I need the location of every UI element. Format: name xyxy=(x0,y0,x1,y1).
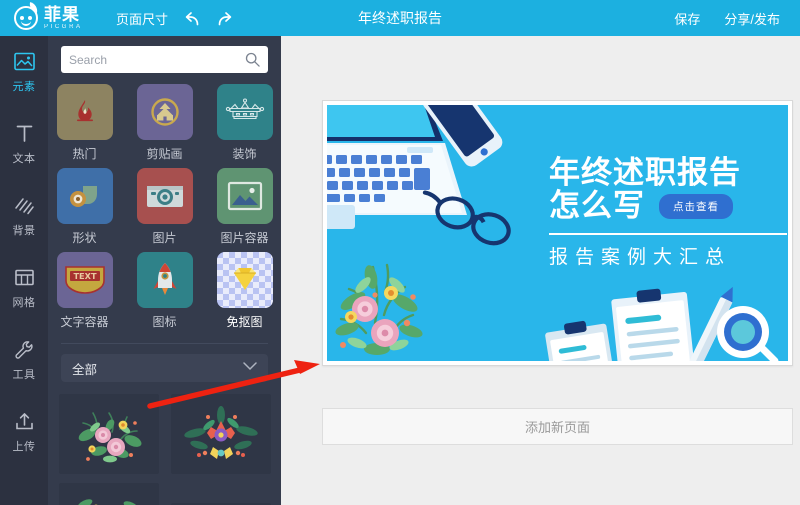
canvas-area: 年终述职报告 怎么写 点击查看 报告案例大汇总 添加新页面 xyxy=(281,36,800,505)
svg-text:TEXT: TEXT xyxy=(73,271,96,281)
page-size-menu[interactable]: 页面尺寸 xyxy=(106,0,178,36)
category-hot[interactable]: 热门 xyxy=(56,84,114,162)
search-input[interactable] xyxy=(69,52,245,67)
search-box[interactable] xyxy=(61,46,268,73)
image-element-icon xyxy=(13,51,35,73)
rocket-icon xyxy=(136,252,193,308)
logo-text-en: PICGRA xyxy=(44,24,83,30)
category-icons[interactable]: 图标 xyxy=(136,252,194,330)
share-publish-button[interactable]: 分享/发布 xyxy=(714,0,790,36)
category-label: 形状 xyxy=(72,231,97,245)
page-card[interactable]: 年终述职报告 怎么写 点击查看 报告案例大汇总 xyxy=(322,100,793,366)
background-hatch-icon xyxy=(13,195,35,217)
diamond-cutout-icon xyxy=(216,252,273,308)
category-clipart[interactable]: 剪贴画 xyxy=(136,84,194,162)
banner-title-line2: 怎么写 xyxy=(549,188,645,225)
element-thumbnail[interactable] xyxy=(58,483,159,505)
element-thumbnail[interactable] xyxy=(170,394,271,474)
filter-dropdown[interactable]: 全部 xyxy=(61,354,268,382)
photo-frame-icon xyxy=(216,168,273,224)
category-label: 热门 xyxy=(72,147,97,161)
rail-label-grid: 网格 xyxy=(12,296,36,309)
rail-item-grid[interactable]: 网格 xyxy=(0,252,48,324)
text-badge-icon: TEXT xyxy=(56,252,113,308)
undo-arrow-icon[interactable] xyxy=(178,0,208,36)
category-picture-container[interactable]: 图片容器 xyxy=(216,168,274,246)
category-label: 免抠图 xyxy=(226,315,263,329)
search-icon[interactable] xyxy=(245,52,260,67)
left-nav-rail: 元素 文本 背景 网格 工具 上传 xyxy=(0,36,48,505)
rail-item-background[interactable]: 背景 xyxy=(0,180,48,252)
rail-label-background: 背景 xyxy=(12,224,36,237)
category-label: 图片容器 xyxy=(220,231,269,245)
app-root: 菲果 PICGRA 页面尺寸 年终述职报告 保存 分享/发布 元素 文本 背景 … xyxy=(0,0,800,505)
banner-text-block: 年终述职报告 怎么写 点击查看 报告案例大汇总 xyxy=(549,155,787,269)
category-grid: 热门 剪贴画 装饰 形状 图片 图片容器 TEXT 文字容器 图标 免抠图 xyxy=(48,84,281,330)
elements-panel: 热门 剪贴画 装饰 形状 xyxy=(48,36,281,505)
rail-item-tools[interactable]: 工具 xyxy=(0,324,48,396)
rail-label-elements: 元素 xyxy=(12,80,36,93)
chevron-down-icon xyxy=(243,362,257,374)
rail-item-elements[interactable]: 元素 xyxy=(0,36,48,108)
top-header-bar: 菲果 PICGRA 页面尺寸 年终述职报告 保存 分享/发布 xyxy=(0,0,800,36)
category-decoration[interactable]: 装饰 xyxy=(216,84,274,162)
flame-icon xyxy=(56,84,113,140)
rail-label-text: 文本 xyxy=(12,152,36,165)
grid-table-icon xyxy=(13,267,35,289)
text-T-icon xyxy=(13,123,35,145)
category-picture[interactable]: 图片 xyxy=(136,168,194,246)
logo-text-cn: 菲果 xyxy=(44,5,80,24)
banner-subtitle: 报告案例大汇总 xyxy=(549,245,732,268)
logo-face-icon xyxy=(14,2,39,30)
category-label: 剪贴画 xyxy=(146,147,183,161)
shapes-icon xyxy=(56,168,113,224)
category-label: 图标 xyxy=(152,315,177,329)
redo-arrow-icon[interactable] xyxy=(208,0,238,36)
banner-cta-button[interactable]: 点击查看 xyxy=(659,193,733,219)
category-label: 图片 xyxy=(152,231,177,245)
add-page-button[interactable]: 添加新页面 xyxy=(322,408,793,445)
banner-divider-rule xyxy=(549,232,787,235)
camera-icon xyxy=(136,168,193,224)
panel-divider xyxy=(61,343,268,344)
rail-item-text[interactable]: 文本 xyxy=(0,108,48,180)
banner-design[interactable]: 年终述职报告 怎么写 点击查看 报告案例大汇总 xyxy=(327,105,788,361)
category-text-container[interactable]: TEXT 文字容器 xyxy=(56,252,114,330)
rail-label-upload: 上传 xyxy=(12,440,36,453)
element-thumbnail[interactable] xyxy=(58,394,159,474)
category-label: 文字容器 xyxy=(60,315,109,329)
rail-item-upload[interactable]: 上传 xyxy=(0,396,48,468)
element-thumbnail-grid xyxy=(48,394,281,505)
banner-title-line1: 年终述职报告 xyxy=(549,155,741,191)
category-shapes[interactable]: 形状 xyxy=(56,168,114,246)
category-label: 装饰 xyxy=(232,147,257,161)
category-cutout[interactable]: 免抠图 xyxy=(216,252,274,330)
rail-label-tools: 工具 xyxy=(12,368,36,381)
clipart-tree-icon xyxy=(136,84,193,140)
filter-dropdown-label: 全部 xyxy=(72,362,98,377)
wrench-tool-icon xyxy=(13,339,35,361)
upload-arrow-icon xyxy=(13,411,35,433)
crown-icon xyxy=(216,84,273,140)
app-logo[interactable]: 菲果 PICGRA xyxy=(0,2,106,30)
save-button[interactable]: 保存 xyxy=(664,0,710,36)
